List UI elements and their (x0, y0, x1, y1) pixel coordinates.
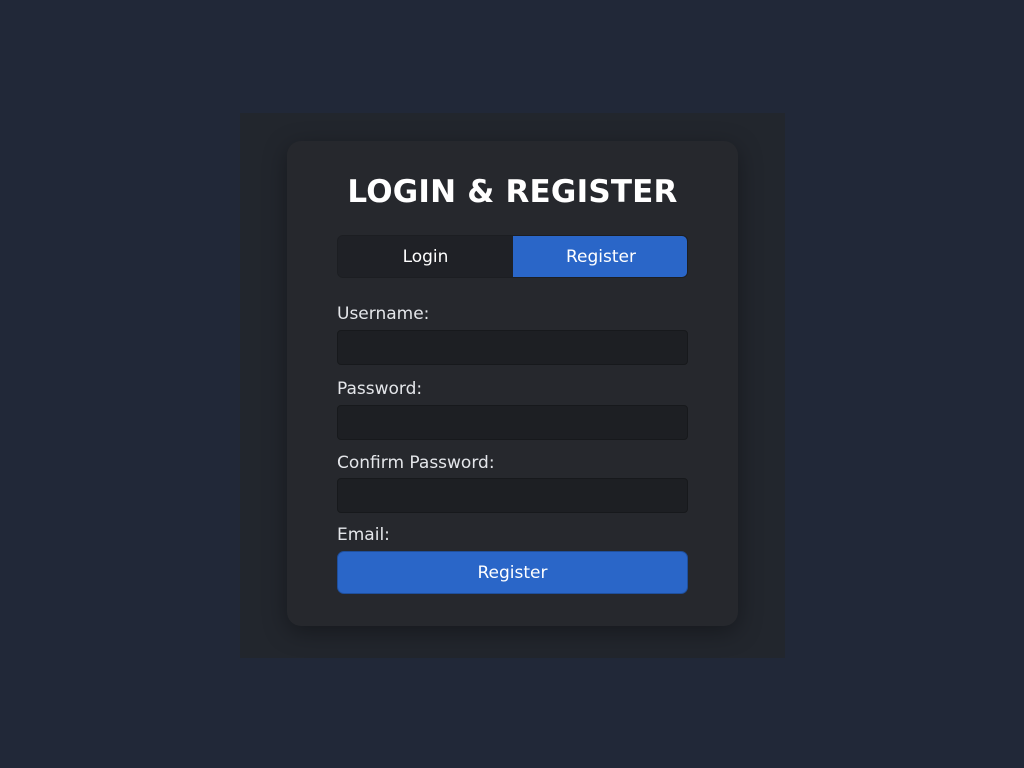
confirm-password-input[interactable] (337, 478, 688, 513)
form-title: LOGIN & REGISTER (347, 174, 678, 210)
username-label: Username: (337, 304, 430, 324)
email-label: Email: (337, 525, 390, 545)
auth-tabs: Login Register (337, 235, 688, 278)
tab-register[interactable]: Register (513, 236, 687, 277)
auth-card: LOGIN & REGISTER Login Register Username… (287, 141, 738, 626)
password-label: Password: (337, 379, 423, 399)
tab-login[interactable]: Login (338, 236, 513, 277)
register-button[interactable]: Register (337, 551, 688, 594)
username-input[interactable] (337, 330, 688, 365)
password-input[interactable] (337, 405, 688, 440)
confirm-password-label: Confirm Password: (337, 453, 495, 473)
